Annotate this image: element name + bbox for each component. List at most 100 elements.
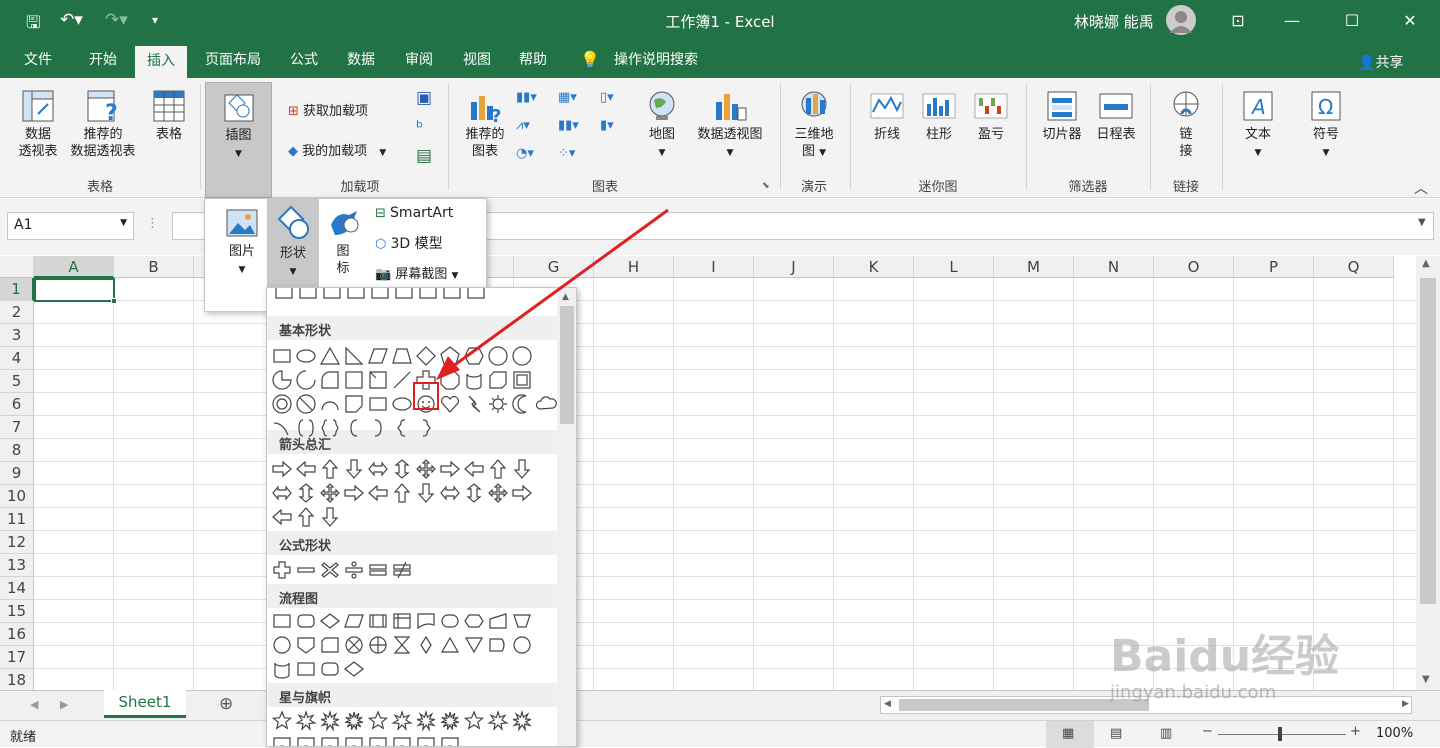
sparkline-winloss-button[interactable]: 盈亏 xyxy=(966,88,1016,143)
visio-icon[interactable]: ▣ xyxy=(416,88,432,108)
row-header-3[interactable]: 3 xyxy=(0,324,34,347)
banner-shape[interactable] xyxy=(343,734,365,746)
sparkline-column-button[interactable]: 柱形 xyxy=(914,88,964,143)
scatter-chart-icon[interactable]: ⁘▾ xyxy=(558,146,575,161)
tab-file[interactable]: 文件 xyxy=(14,42,62,78)
symbol-button[interactable]: Ω 符号 ▼ xyxy=(1300,88,1352,162)
select-all-corner[interactable] xyxy=(0,256,34,278)
smartart-button[interactable]: ⊟ SmartArt xyxy=(375,205,453,221)
row-header-7[interactable]: 7 xyxy=(0,416,34,439)
bing-icon[interactable]: ᵇ xyxy=(416,118,423,138)
scroll-up-icon[interactable]: ▲ xyxy=(562,292,569,302)
flowchart-shape[interactable] xyxy=(319,610,341,632)
column-header-H[interactable]: H xyxy=(594,256,674,278)
basic-shape[interactable] xyxy=(271,393,293,415)
arrow-shape[interactable] xyxy=(271,458,293,480)
flowchart-shape[interactable] xyxy=(295,610,317,632)
hierarchy-chart-icon[interactable]: ▦▾ xyxy=(558,90,577,105)
bracket-shape[interactable] xyxy=(391,417,413,439)
bracket-shape[interactable] xyxy=(415,417,437,439)
maps-button[interactable]: 地图 ▼ xyxy=(640,88,684,162)
row-header-9[interactable]: 9 xyxy=(0,462,34,485)
active-cell-a1[interactable] xyxy=(34,278,115,302)
row-header-5[interactable]: 5 xyxy=(0,370,34,393)
page-break-view-icon[interactable]: ▥ xyxy=(1160,726,1172,741)
arrow-shape[interactable] xyxy=(271,506,293,528)
column-header-A[interactable]: A xyxy=(34,256,114,278)
tab-formulas[interactable]: 公式 xyxy=(282,42,326,78)
slicer-button[interactable]: 切片器 xyxy=(1036,88,1088,143)
shape-top-partial[interactable] xyxy=(345,288,367,310)
pivottable-button[interactable]: 数据 透视表 xyxy=(10,88,66,160)
share-button[interactable]: 👤共享 xyxy=(1358,52,1403,72)
banner-shape[interactable] xyxy=(319,734,341,746)
arrow-shape[interactable] xyxy=(295,458,317,480)
icons-button[interactable]: 图 标 xyxy=(323,205,363,277)
basic-shape[interactable] xyxy=(295,369,317,391)
arrow-shape[interactable] xyxy=(511,482,533,504)
gallery-scroll-thumb[interactable] xyxy=(560,306,574,424)
basic-shape[interactable] xyxy=(343,369,365,391)
star-shape[interactable] xyxy=(511,710,533,732)
sun-icon[interactable] xyxy=(487,393,509,415)
maximize-button[interactable]: ☐ xyxy=(1332,6,1372,36)
timeline-button[interactable]: 日程表 xyxy=(1090,88,1142,143)
tab-home[interactable]: 开始 xyxy=(78,42,128,78)
get-addins-button[interactable]: ⊞ 获取加载项 xyxy=(288,100,368,119)
basic-shape[interactable] xyxy=(415,345,437,367)
fill-handle[interactable] xyxy=(111,298,117,304)
equation-shape[interactable] xyxy=(343,559,365,581)
illustrations-button[interactable]: 插图 ▼ xyxy=(205,82,272,198)
arrow-shape[interactable] xyxy=(367,458,389,480)
column-header-L[interactable]: L xyxy=(914,256,994,278)
basic-shape[interactable] xyxy=(391,369,413,391)
basic-shape[interactable] xyxy=(343,345,365,367)
shape-top-partial[interactable] xyxy=(321,288,343,310)
tab-review[interactable]: 审阅 xyxy=(396,42,442,78)
expand-formula-icon[interactable]: ▼ xyxy=(1418,217,1426,228)
flowchart-shape[interactable] xyxy=(511,634,533,656)
star-shape[interactable] xyxy=(319,710,341,732)
zoom-slider[interactable] xyxy=(1218,734,1346,735)
column-header-N[interactable]: N xyxy=(1074,256,1154,278)
3d-map-button[interactable]: 三维地 图 ▼ xyxy=(786,88,842,162)
flowchart-shape[interactable] xyxy=(415,610,437,632)
arrow-shape[interactable] xyxy=(319,506,341,528)
people-graph-icon[interactable]: ▤ xyxy=(416,146,432,166)
flowchart-shape[interactable] xyxy=(391,634,413,656)
tab-insert[interactable]: 插入 xyxy=(135,46,187,78)
star-shape[interactable] xyxy=(463,710,485,732)
row-header-13[interactable]: 13 xyxy=(0,554,34,577)
bracket-shape[interactable] xyxy=(271,417,293,439)
row-header-2[interactable]: 2 xyxy=(0,301,34,324)
basic-shape[interactable] xyxy=(439,369,461,391)
flowchart-shape[interactable] xyxy=(391,610,413,632)
basic-shape[interactable] xyxy=(391,345,413,367)
arrow-shape[interactable] xyxy=(463,482,485,504)
collapse-ribbon-icon[interactable]: ︿ xyxy=(1414,178,1428,198)
pie-chart-icon[interactable]: ◔▾ xyxy=(516,146,534,161)
basic-shape[interactable] xyxy=(343,393,365,415)
arrow-shape[interactable] xyxy=(391,482,413,504)
arrow-shape[interactable] xyxy=(487,458,509,480)
equation-shape[interactable] xyxy=(391,559,413,581)
basic-shape[interactable] xyxy=(463,369,485,391)
arrow-shape[interactable] xyxy=(511,458,533,480)
flowchart-shape[interactable] xyxy=(271,634,293,656)
statistic-chart-icon[interactable]: ▮▮▾ xyxy=(558,118,579,133)
page-layout-view-icon[interactable]: ▤ xyxy=(1110,726,1122,741)
flowchart-shape[interactable] xyxy=(367,610,389,632)
scroll-right-icon[interactable]: ▶ xyxy=(1402,699,1409,709)
flowchart-shape[interactable] xyxy=(487,610,509,632)
equation-shape[interactable] xyxy=(319,559,341,581)
flowchart-shape[interactable] xyxy=(487,634,509,656)
arrow-shape[interactable] xyxy=(319,458,341,480)
flowchart-shape[interactable] xyxy=(415,634,437,656)
shape-top-partial[interactable] xyxy=(441,288,463,310)
3d-models-button[interactable]: ⬡ 3D 模型 xyxy=(375,233,443,253)
next-sheet-icon[interactable]: ▶ xyxy=(60,698,68,711)
banner-shape[interactable] xyxy=(415,734,437,746)
basic-shape[interactable] xyxy=(391,393,413,415)
row-header-8[interactable]: 8 xyxy=(0,439,34,462)
banner-shape[interactable] xyxy=(367,734,389,746)
